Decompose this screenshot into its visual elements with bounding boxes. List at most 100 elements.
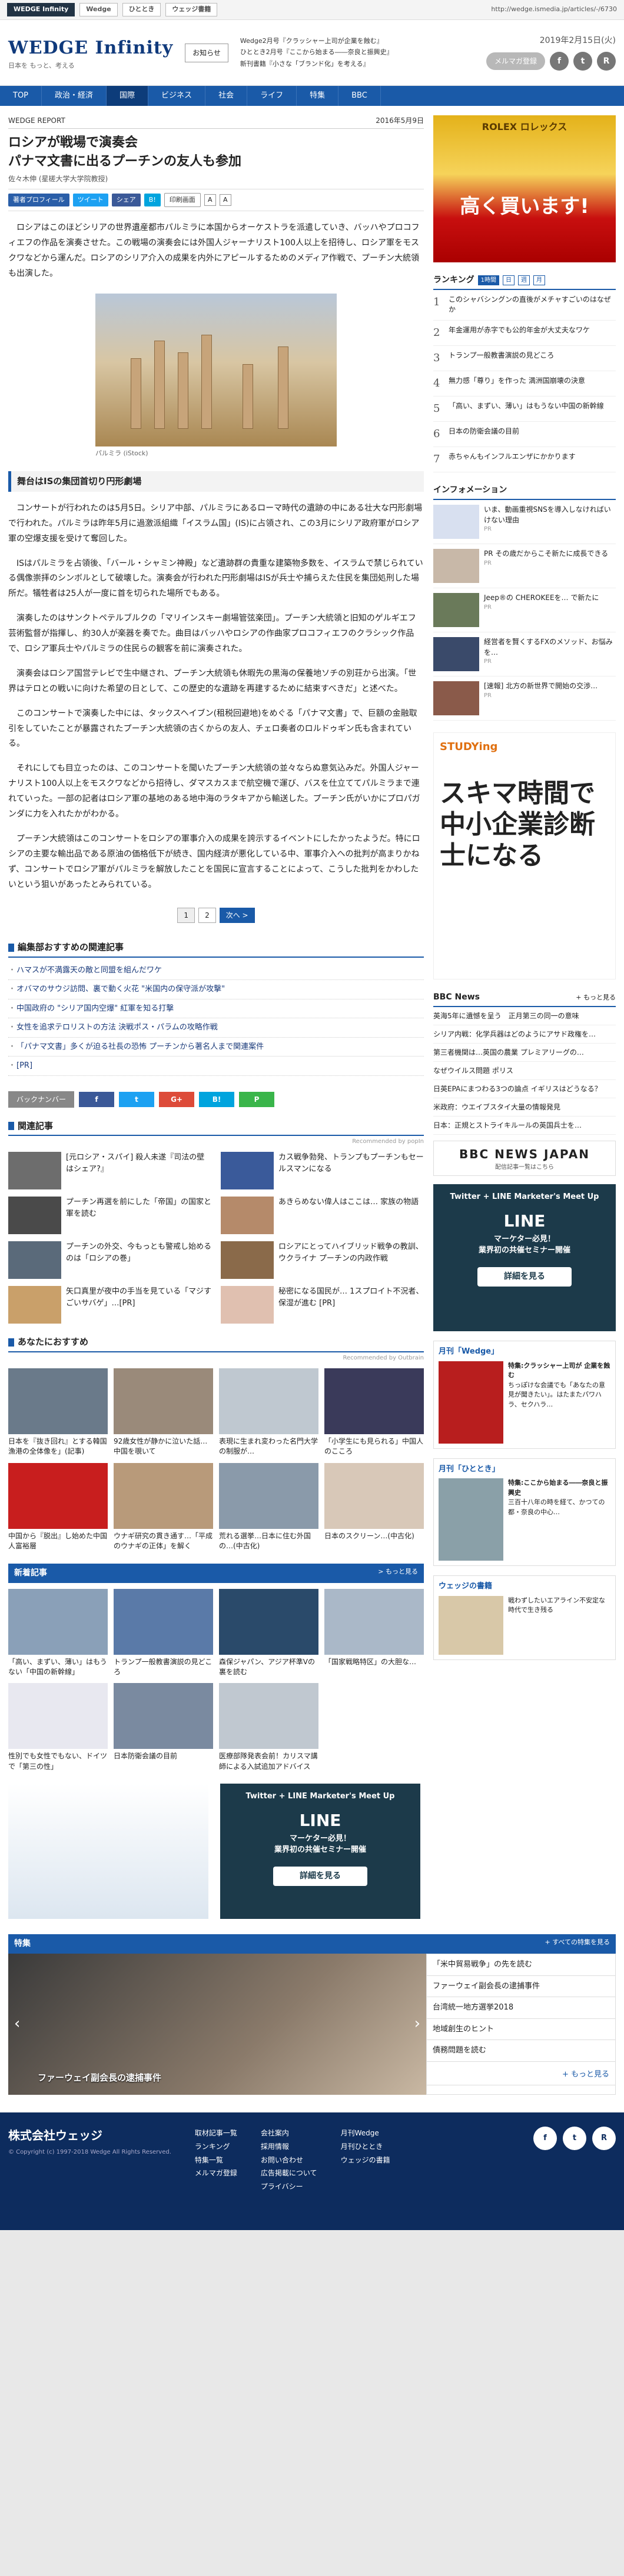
list-item[interactable]: 地域創生のヒント (427, 2019, 615, 2041)
article-author[interactable]: 佐々木伸 (星槎大学大学院教授) (8, 174, 424, 184)
newest-item[interactable]: 「国家戦略特区」の大胆な… (324, 1588, 424, 1678)
studying-ad[interactable]: STUDYing スキマ時間で中小企業診断士になる (433, 732, 616, 980)
promo-link[interactable]: 新刊書籍『小さな「ブランド化」を考える』 (240, 59, 474, 69)
list-item[interactable]: 米政府：ウエイブスタイ大量の情報発見 (433, 1098, 616, 1117)
page-2-button[interactable]: 2 (198, 908, 216, 924)
related-item[interactable]: プーチンの外交、今もっとも警戒し始めるのは「ロシアの巻」 (8, 1241, 211, 1279)
list-item[interactable]: シリア内戦：化学兵器はどのようにアサド政権を… (433, 1025, 616, 1044)
feature-carousel[interactable]: ‹ › ファーウェイ副会長の逮捕事件 (8, 1954, 426, 2095)
list-item[interactable]: [PR] (8, 1057, 424, 1076)
page-1-button[interactable]: 1 (177, 908, 195, 924)
list-item[interactable]: 日英EPAにまつわる3つの論点 イギリスはどうなる？ (433, 1080, 616, 1099)
info-item[interactable]: いま、動画重視SNSを導入しなければいけない理由 PR (433, 500, 616, 545)
newest-item[interactable]: 「高い、まずい、薄い」はもうない「中国の新幹線」 (8, 1588, 108, 1678)
pocket-icon[interactable]: P (239, 1091, 275, 1107)
list-item[interactable]: なぜウイルス問題 ポリス (433, 1062, 616, 1081)
facebook-icon[interactable]: f (550, 52, 569, 71)
newest-item[interactable]: 日本防衛会議の目前 (114, 1683, 213, 1772)
recommended-item[interactable]: 荒れる選挙…日本に住む外国の…(中古化) (219, 1462, 318, 1552)
list-item[interactable]: 女性を追求テロリストの方法 決戦ポス・パラムの攻略作戦 (8, 1018, 424, 1038)
ranking-item[interactable]: 6 日本の防衛会議の目前 (433, 422, 616, 448)
line-ad-side[interactable]: Twitter + LINE Marketer's Meet Up LINE マ… (433, 1184, 616, 1332)
newest-item[interactable]: 性別でも女性でもない、ドイツで「第三の性」 (8, 1683, 108, 1772)
nav-politics[interactable]: 政治・経済 (42, 86, 107, 106)
facebook-share-button[interactable]: シェア (111, 193, 141, 207)
tab-month[interactable]: 月 (533, 275, 545, 285)
bbc-more-link[interactable]: + もっと見る (576, 993, 616, 1003)
mail-signup-button[interactable]: メルマガ登録 (486, 52, 545, 70)
info-item[interactable]: Jeep®の CHEROKEEを… で新たに PR (433, 588, 616, 633)
books-section[interactable]: ウェッジの書籍 戦わずしたいエアライン不安定な時代で生き残る (433, 1575, 616, 1660)
nav-feature[interactable]: 特集 (297, 86, 339, 106)
carousel-next-icon[interactable]: › (414, 2012, 420, 2035)
related-item[interactable]: 秘密になる国民が… 1スプロイト不況者、保湿が進む [PR] (221, 1286, 424, 1324)
list-item[interactable]: 中国政府の "シリア国内空爆" 紅軍を知る打撃 (8, 999, 424, 1019)
nav-business[interactable]: ビジネス (148, 86, 206, 106)
newest-item[interactable]: 医療部隊発表会前！カリスマ講師による入試追加アドバイス (219, 1683, 318, 1772)
recommended-item[interactable]: 日本を『抜き回れ』とする韓国漁港の全体像を」(記事) (8, 1368, 108, 1457)
list-item[interactable]: 日本：正規とストライキルールの英国兵士を… (433, 1117, 616, 1135)
ranking-item[interactable]: 7 赤ちゃんもインフルエンザにかかります (433, 447, 616, 473)
rss-icon[interactable]: R (592, 2127, 616, 2151)
ranking-item[interactable]: 1 このシャバシングンの直後がメチャすごいのはなぜか (433, 290, 616, 321)
ranking-item[interactable]: 3 トランプ一般教書演説の見どころ (433, 346, 616, 371)
ranking-item[interactable]: 5 「高い、まずい、薄い」はもうない中国の新幹線 (433, 396, 616, 422)
related-item[interactable]: [元ロシア・スパイ] 殺人未遂『司法の壁はシェア?』 (8, 1152, 211, 1190)
nav-top[interactable]: TOP (0, 86, 42, 106)
font-size-large-button[interactable]: A (219, 194, 231, 206)
facebook-icon[interactable]: f (533, 2127, 557, 2151)
wedge-magazine[interactable]: 月刊「Wedge」 特集:クラッシャー上司が 企業を蝕む ちっぽけな会議でも「あな… (433, 1341, 616, 1449)
tab-hour[interactable]: 1時間 (477, 275, 499, 285)
author-profile-button[interactable]: 著者プロフィール (8, 193, 69, 207)
tab-wedge-infinity[interactable]: WEDGE Infinity (7, 3, 75, 16)
font-size-small-button[interactable]: A (204, 194, 216, 206)
hatena-button[interactable]: B! (144, 193, 161, 207)
ranking-item[interactable]: 4 無力感「尊り」を作った 満洲国崩壊の決意 (433, 371, 616, 397)
tab-books[interactable]: ウェッジ書籍 (165, 3, 218, 16)
info-item[interactable]: [速報] 北方の新世界で開始の交渉… PR (433, 677, 616, 721)
site-logo[interactable]: WEDGE Infinity 日本を もっと、考える (8, 35, 173, 71)
recommended-item[interactable]: 日本のスクリーン…(中古化) (324, 1462, 424, 1552)
recommended-item[interactable]: 92歳女性が静かに泣いた話…中国を覗いて (114, 1368, 213, 1457)
carousel-prev-icon[interactable]: ‹ (14, 2012, 20, 2035)
twitter-icon[interactable]: t (573, 52, 592, 71)
tweet-button[interactable]: ツイート (72, 193, 108, 207)
facebook-icon[interactable]: f (79, 1091, 115, 1107)
notice-button[interactable]: お知らせ (185, 43, 228, 62)
related-item[interactable]: 矢口真里が夜中の手当を見ている「マジすごいサバゲ」…[PR] (8, 1286, 211, 1324)
footer-logo[interactable]: 株式会社ウェッジ (8, 2127, 171, 2144)
list-item[interactable]: ファーウェイ副会長の逮捕事件 (427, 1976, 615, 1998)
list-item[interactable]: 英海5年に遺憾を呈う 正月第三の同一の意味 (433, 1007, 616, 1026)
list-item[interactable]: ハマスが不満露天の敵と同盟を組んだワケ (8, 961, 424, 981)
feature-more-link[interactable]: + もっと見る (427, 2064, 615, 2086)
nav-bbc[interactable]: BBC (338, 86, 381, 106)
list-item[interactable]: 第三者機関は…英国の農業 プレミアリーグの… (433, 1044, 616, 1062)
nav-life[interactable]: ライフ (247, 86, 297, 106)
list-item[interactable]: 台湾統一地方選挙2018 (427, 1997, 615, 2019)
hatena-icon[interactable]: B! (199, 1091, 235, 1107)
tab-day[interactable]: 日 (502, 275, 515, 285)
list-item[interactable]: 債務問題を読む (427, 2040, 615, 2062)
tab-week[interactable]: 週 (517, 275, 530, 285)
related-item[interactable]: あきらめない偉人はここは… 家族の物語 (221, 1197, 424, 1235)
recommended-item[interactable]: ウナギ研究の貫き通す…「平成のウナギの正体」を解く (114, 1462, 213, 1552)
info-item[interactable]: 経営者を賢くするFXのメソッド、お悩みを… PR (433, 632, 616, 677)
recommended-item[interactable]: 表現に生まれ変わった名門大学の制服が… (219, 1368, 318, 1457)
backnumber-button[interactable]: バックナンバー (8, 1091, 75, 1108)
next-page-button[interactable]: 次へ > (219, 908, 255, 924)
newest-item[interactable]: 森保ジャパン、アジア杯準Vの裏を読む (219, 1588, 318, 1678)
recommended-item[interactable]: 中国から『脱出』し始めた中国人富裕層 (8, 1462, 108, 1552)
feature-all-link[interactable]: + すべての特集を見る (545, 1938, 610, 1950)
info-item[interactable]: PR その歳だからこそ新たに成長できる PR (433, 544, 616, 589)
newest-more-link[interactable]: > もっと見る (378, 1567, 418, 1579)
related-item[interactable]: プーチン再選を前にした「帝国」の国家と軍を読む (8, 1197, 211, 1235)
line-ad[interactable]: Twitter + LINE Marketer's Meet Up LINE マ… (220, 1784, 420, 1919)
hitotoki-magazine[interactable]: 月刊「ひととき」 特集:ここから始まる――奈良と振興史 三百十八年の時を経て、かつ… (433, 1458, 616, 1567)
list-item[interactable]: 「パナマ文書」多くが迫る社長の恐怖 プーチンから著名人まで関連案件 (8, 1038, 424, 1057)
promo-link[interactable]: Wedge2月号『クラッシャー上司が企業を蝕む』 (240, 36, 474, 46)
related-item[interactable]: ロシアにとってハイブリッド戦争の教訓、ウクライナ プーチンの内政作戦 (221, 1241, 424, 1279)
ranking-item[interactable]: 2 年金運用が赤字でも公的年金が大丈夫なワケ (433, 321, 616, 346)
related-item[interactable]: カス戦争勃発、トランプもプーチンもセールスマンになる (221, 1152, 424, 1190)
recommended-item[interactable]: 「小学生にも見られる」中国人のこころ (324, 1368, 424, 1457)
rolex-ad[interactable]: ROLEX ロレックス 高く買います! (433, 115, 616, 262)
